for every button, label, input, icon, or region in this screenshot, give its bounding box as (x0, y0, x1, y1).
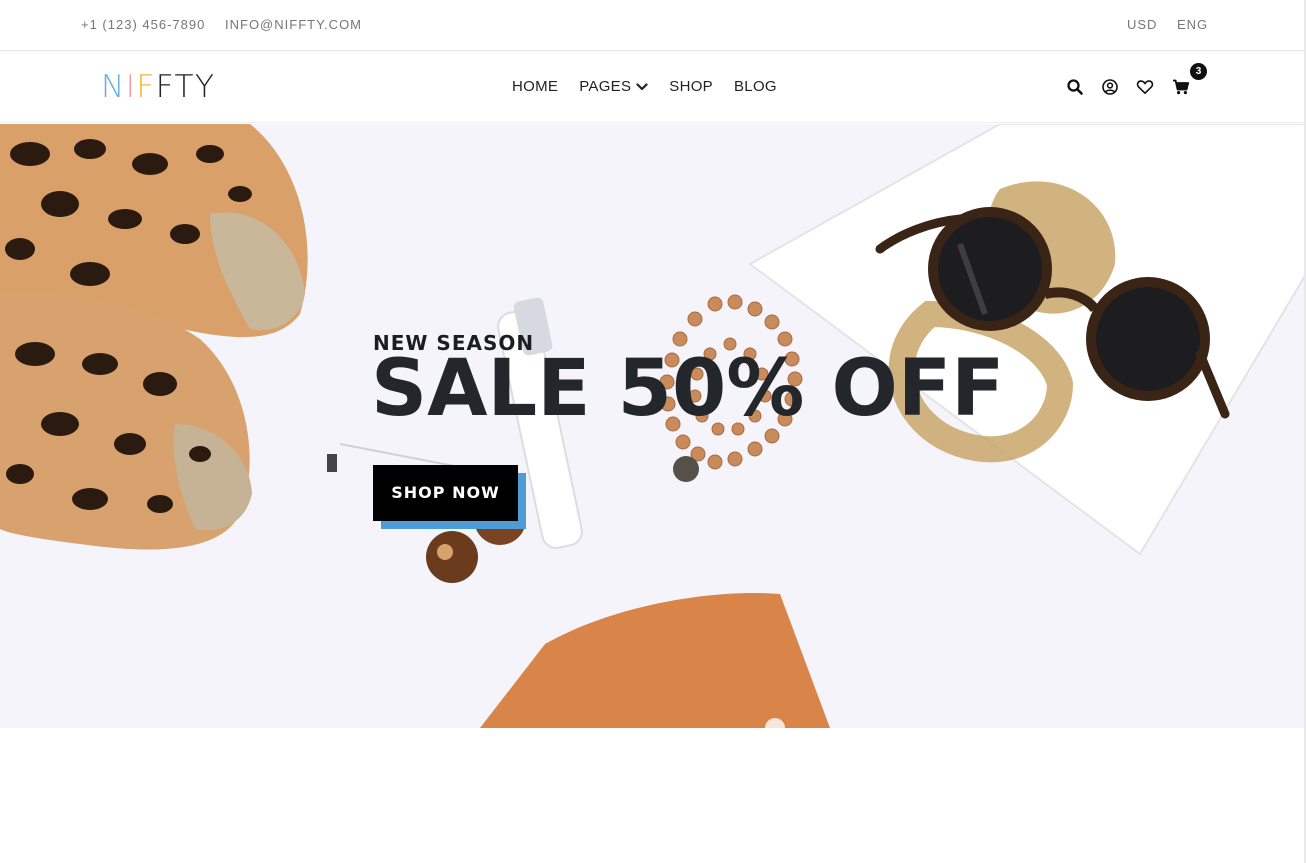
coin-charm-image (673, 456, 699, 482)
nav-item-pages[interactable]: PAGES (579, 78, 648, 95)
site-logo[interactable]: NIFFTY (101, 69, 215, 105)
nav-item-label: SHOP (669, 78, 713, 95)
nav-item-shop[interactable]: SHOP (669, 78, 713, 95)
nav-item-home[interactable]: HOME (512, 78, 558, 95)
email-link[interactable]: INFO@NIFFTY.COM (225, 17, 362, 32)
nav-item-label: BLOG (734, 78, 777, 95)
cart-count-badge: 3 (1190, 63, 1207, 80)
phone-number-link[interactable]: +1 (123) 456-7890 (81, 17, 205, 32)
nav-item-blog[interactable]: BLOG (734, 78, 777, 95)
user-icon[interactable] (1101, 78, 1119, 96)
shop-now-button[interactable]: SHOP NOW (373, 465, 518, 521)
search-icon[interactable] (1066, 78, 1084, 96)
top-info-bar: +1 (123) 456-7890 INFO@NIFFTY.COM USD EN… (0, 0, 1306, 51)
cart-icon[interactable] (1172, 78, 1190, 96)
logo-letter: N (101, 69, 126, 105)
logo-letter: I (125, 69, 137, 105)
logo-letter: Y (194, 69, 216, 105)
hero-title: SALE 50% OFF (371, 344, 1005, 434)
heart-icon[interactable] (1136, 78, 1154, 96)
nav-item-label: HOME (512, 78, 559, 95)
main-nav: HOME PAGES SHOP BLOG (512, 78, 777, 95)
chevron-down-icon (636, 82, 648, 90)
main-header: NIFFTY HOME PAGES SHOP BLOG 3 (0, 51, 1306, 123)
logo-letter: F (155, 69, 175, 105)
page-content-area (0, 728, 1306, 863)
currency-selector[interactable]: USD (1127, 17, 1157, 32)
logo-letter: F (136, 69, 156, 105)
language-selector[interactable]: ENG (1177, 17, 1208, 32)
nav-item-label: PAGES (579, 78, 632, 95)
logo-letter: T (174, 69, 195, 105)
shop-now-button-wrapper: SHOP NOW (373, 465, 526, 529)
hero-banner: NEW SEASON SALE 50% OFF SHOP NOW (0, 124, 1306, 728)
